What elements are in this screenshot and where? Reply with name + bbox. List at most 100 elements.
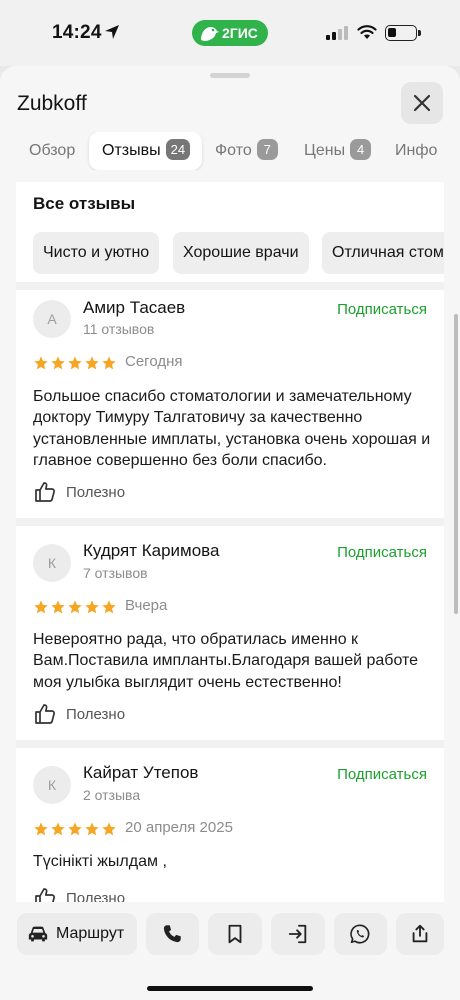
avatar[interactable]: К <box>33 766 71 804</box>
rating-stars <box>33 599 118 615</box>
reviewer-name[interactable]: Кудрят Каримова <box>83 541 219 561</box>
whatsapp-icon <box>350 924 370 944</box>
filter-chips[interactable]: Чисто и уютно Хорошие врачи Отличная сто… <box>33 232 444 274</box>
review-text: Невероятно рада, что обратилась именно к… <box>33 631 419 691</box>
car-icon <box>28 926 48 942</box>
review-date: 20 апреля 2025 <box>125 819 233 836</box>
star-icon <box>51 600 65 614</box>
reviews-panel[interactable]: Все отзывы Чисто и уютно Хорошие врачи О… <box>16 182 444 902</box>
close-button[interactable] <box>401 82 443 124</box>
bookmark-button[interactable] <box>208 913 262 955</box>
tab-prices-count: 4 <box>350 139 372 160</box>
star-icon <box>68 356 82 370</box>
route-button[interactable]: Маршрут <box>17 913 137 955</box>
scrollbar[interactable] <box>454 314 458 614</box>
enter-button[interactable] <box>271 913 325 955</box>
sheet-header: Zubkoff Обзор Отзывы 24 Фото 7 Цены 4 Инфо <box>0 66 460 182</box>
review-card: А Амир Тасаев 11 отзывов Подписаться Сег… <box>16 282 444 518</box>
rating-stars <box>33 355 118 371</box>
share-icon <box>412 924 428 943</box>
thumbs-up-icon <box>35 704 55 724</box>
tab-prices[interactable]: Цены 4 <box>304 132 372 170</box>
useful-button[interactable]: Полезно <box>33 480 125 506</box>
chip-clean[interactable]: Чисто и уютно <box>33 232 160 274</box>
subscribe-button[interactable]: Подписаться <box>337 766 427 783</box>
sign-in-icon <box>288 924 307 944</box>
review-text: Түсінікті жылдам , <box>33 853 167 870</box>
tab-reviews-label: Отзывы <box>102 142 161 159</box>
avatar[interactable]: А <box>33 300 71 338</box>
star-icon <box>34 356 48 370</box>
tab-photos-label: Фото <box>215 142 252 159</box>
subscribe-button[interactable]: Подписаться <box>337 301 427 318</box>
tab-overview-label: Обзор <box>29 142 76 159</box>
status-time: 14:24 <box>52 22 102 43</box>
star-icon <box>85 600 99 614</box>
call-button[interactable] <box>146 913 199 955</box>
bottom-action-bar: Маршрут <box>0 902 460 1000</box>
tab-reviews[interactable]: Отзывы 24 <box>89 132 203 170</box>
close-icon <box>413 94 431 112</box>
chip-good-doctors[interactable]: Хорошие врачи <box>173 232 309 274</box>
star-icon <box>51 356 65 370</box>
chip-excellent[interactable]: Отличная стоматология <box>322 232 444 274</box>
divider <box>16 740 444 748</box>
thumbs-up-icon <box>35 888 55 902</box>
status-bar: 14:24 2ГИС <box>0 0 460 66</box>
tab-photos-count: 7 <box>256 139 278 160</box>
divider <box>16 518 444 526</box>
star-icon <box>34 600 48 614</box>
bookmark-icon <box>228 924 242 944</box>
reviewer-review-count: 7 отзывов <box>83 565 148 581</box>
star-icon <box>85 356 99 370</box>
reviewer-name[interactable]: Амир Тасаев <box>83 298 185 318</box>
useful-label: Полезно <box>66 890 126 902</box>
route-label: Маршрут <box>56 925 125 942</box>
review-date: Вчера <box>125 597 168 614</box>
star-icon <box>85 822 99 836</box>
tab-bar: Обзор Отзывы 24 Фото 7 Цены 4 Инфо <box>0 132 460 170</box>
reviewer-review-count: 11 отзывов <box>83 321 155 337</box>
review-date: Сегодня <box>125 353 183 370</box>
tab-reviews-count: 24 <box>165 139 191 160</box>
review-text: Большое спасибо стоматологии и замечател… <box>33 388 431 469</box>
useful-label: Полезно <box>66 484 126 501</box>
useful-button[interactable]: Полезно <box>33 702 125 728</box>
divider <box>16 282 444 290</box>
home-indicator[interactable] <box>147 986 313 991</box>
share-button[interactable] <box>396 913 444 955</box>
tab-info[interactable]: Инфо <box>395 132 437 170</box>
reviewer-name[interactable]: Кайрат Утепов <box>83 763 198 783</box>
avatar[interactable]: К <box>33 544 71 582</box>
location-arrow-icon <box>105 25 119 39</box>
wifi-icon <box>357 25 377 39</box>
app-badge[interactable]: 2ГИС <box>192 20 268 46</box>
sheet-grabber[interactable] <box>210 73 250 78</box>
reviewer-review-count: 2 отзыва <box>83 787 141 803</box>
tab-prices-label: Цены <box>304 142 346 159</box>
whatsapp-button[interactable] <box>334 913 387 955</box>
useful-button[interactable]: Полезно <box>33 886 125 902</box>
tab-info-label: Инфо <box>395 142 438 159</box>
review-card: К Кудрят Каримова 7 отзывов Подписаться … <box>16 518 444 740</box>
star-icon <box>68 600 82 614</box>
star-icon <box>68 822 82 836</box>
useful-label: Полезно <box>66 706 126 723</box>
rating-stars <box>33 821 118 837</box>
section-title: Все отзывы <box>33 194 136 213</box>
star-icon <box>102 600 116 614</box>
signal-icon <box>326 26 348 40</box>
place-sheet: Zubkoff Обзор Отзывы 24 Фото 7 Цены 4 Инфо <box>0 66 460 1000</box>
star-icon <box>102 356 116 370</box>
tab-photos[interactable]: Фото 7 <box>215 132 278 170</box>
review-card: К Кайрат Утепов 2 отзыва Подписаться 20 … <box>16 740 444 902</box>
thumbs-up-icon <box>35 482 55 502</box>
tab-overview[interactable]: Обзор <box>29 132 75 170</box>
page-title: Zubkoff <box>17 92 87 115</box>
star-icon <box>102 822 116 836</box>
phone-icon <box>163 925 181 943</box>
subscribe-button[interactable]: Подписаться <box>337 544 427 561</box>
star-icon <box>51 822 65 836</box>
2gis-logo-icon <box>201 27 219 41</box>
star-icon <box>34 822 48 836</box>
